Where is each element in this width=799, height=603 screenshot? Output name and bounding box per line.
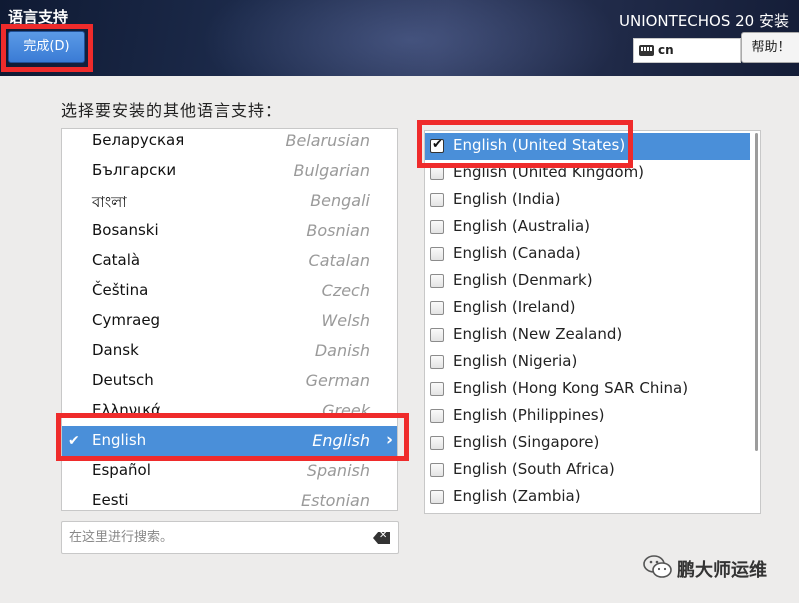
locale-row[interactable]: English (India) [425,187,750,214]
locale-label: English (Hong Kong SAR China) [453,379,689,397]
language-native-name: Cymraeg [92,311,161,329]
locale-label: English (Ireland) [453,298,576,316]
language-native-name: Bosanski [92,221,159,239]
language-english-name: Welsh [321,311,370,330]
highlight-selected-locale [417,120,633,168]
keyboard-layout-label: cn [658,43,674,57]
locale-checkbox[interactable] [430,490,444,504]
locale-label: English (Philippines) [453,406,605,424]
watermark-text: 鹏大师运维 [677,560,767,581]
locale-label: English (Denmark) [453,271,593,289]
language-row[interactable]: Bosanski Bosnian [62,216,397,246]
locale-row[interactable]: English (Denmark) [425,268,750,295]
language-native-name: Български [92,161,177,179]
language-row[interactable]: Dansk Danish [62,336,397,366]
language-row[interactable]: Беларуская Belarusian [62,129,397,156]
locale-row[interactable]: English (Nigeria) [425,349,750,376]
language-english-name: Danish [314,341,370,360]
language-english-name: Belarusian [285,131,370,150]
header-bar: 语言支持 UNIONTECHOS 20 安装 完成(D) cn 帮助！ [0,0,799,76]
language-native-name: Deutsch [92,371,154,389]
locale-checkbox[interactable] [430,463,444,477]
language-native-name: Català [92,251,141,269]
language-row[interactable]: Čeština Czech [62,276,397,306]
header-decoration [200,0,620,76]
locale-checkbox[interactable] [430,166,444,180]
locale-row[interactable]: English (Philippines) [425,403,750,430]
language-native-name: Dansk [92,341,139,359]
language-native-name: Eesti [92,491,129,509]
language-native-name: বাংলা [92,193,127,211]
locale-label: English (New Zealand) [453,325,623,343]
language-row[interactable]: Cymraeg Welsh [62,306,397,336]
language-english-name: German [305,371,370,390]
locale-row[interactable]: English (Zambia) [425,484,750,511]
language-english-name: Estonian [300,491,370,510]
language-native-name: Español [92,461,151,479]
locale-row[interactable]: English (Ireland) [425,295,750,322]
locale-label: English (India) [453,190,561,208]
locale-list-scrollbar[interactable] [755,133,758,451]
locale-checkbox[interactable] [430,382,444,396]
language-english-name: Bulgarian [293,161,371,180]
locale-label: English (Nigeria) [453,352,578,370]
locale-list[interactable]: ✔ English (United States) English (United … [424,130,761,514]
clear-search-icon[interactable] [373,532,390,544]
language-row[interactable]: Català Catalan [62,246,397,276]
locale-checkbox[interactable] [430,247,444,261]
wechat-icon [643,555,672,578]
locale-checkbox[interactable] [430,301,444,315]
help-button[interactable]: 帮助！ [741,32,799,63]
locale-row[interactable]: English (Canada) [425,241,750,268]
language-english-name: Catalan [308,251,370,270]
locale-row[interactable]: English (Singapore) [425,430,750,457]
language-english-name: Bengali [310,191,370,210]
language-english-name: Bosnian [306,221,370,240]
section-label: 选择要安装的其他语言支持： [61,101,283,120]
locale-label: English (Australia) [453,217,590,235]
locale-row[interactable]: English (New Zealand) [425,322,750,349]
language-native-name: Čeština [92,281,149,299]
language-native-name: Беларуская [92,131,185,149]
locale-label: English (Singapore) [453,433,600,451]
locale-row[interactable]: English (Australia) [425,214,750,241]
language-english-name: Czech [321,281,370,300]
keyboard-layout-indicator[interactable]: cn [633,38,741,63]
locale-checkbox[interactable] [430,328,444,342]
product-title: UNIONTECHOS 20 安装 [619,12,789,30]
locale-checkbox[interactable] [430,355,444,369]
search-box [61,521,399,554]
language-row[interactable]: Български Bulgarian [62,156,397,186]
search-input[interactable] [69,527,364,548]
language-row[interactable]: Eesti Estonian [62,486,397,510]
locale-label: English (Zambia) [453,487,581,505]
highlight-selected-language [56,413,409,461]
locale-checkbox[interactable] [430,274,444,288]
locale-row[interactable]: English (South Africa) [425,457,750,484]
language-english-name: Spanish [306,461,370,480]
language-row[interactable]: Deutsch German [62,366,397,396]
locale-row[interactable]: English (Hong Kong SAR China) [425,376,750,403]
locale-checkbox[interactable] [430,193,444,207]
locale-checkbox[interactable] [430,220,444,234]
locale-checkbox[interactable] [430,409,444,423]
locale-checkbox[interactable] [430,436,444,450]
locale-label: English (Canada) [453,244,581,262]
language-row[interactable]: বাংলা Bengali [62,186,397,216]
highlight-done-button [1,24,93,72]
keyboard-icon [639,45,654,56]
locale-label: English (South Africa) [453,460,615,478]
